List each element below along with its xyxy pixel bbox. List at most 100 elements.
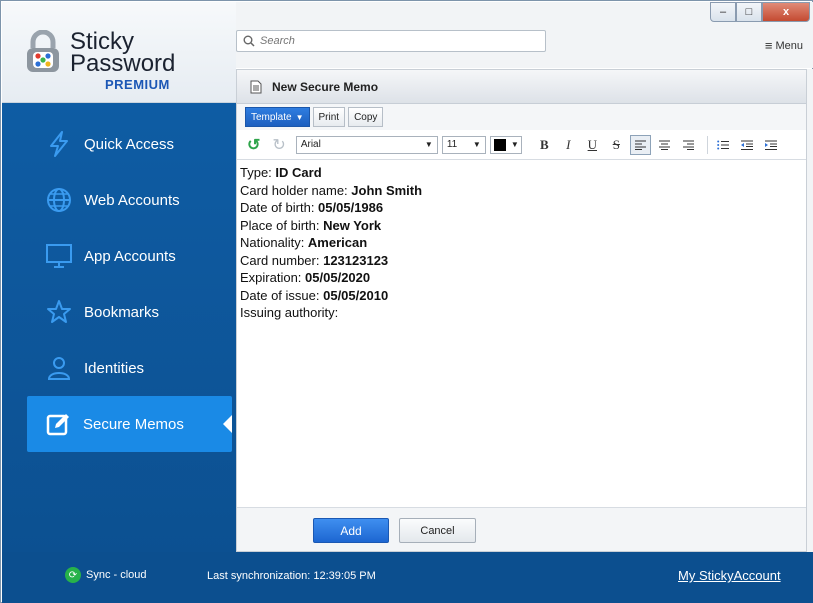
field-value: 05/05/2010 <box>323 287 389 303</box>
maximize-button[interactable]: □ <box>736 2 762 22</box>
field-label: Date of birth: <box>240 200 319 215</box>
memo-action-toolbar: Template ▼ Print Copy <box>237 104 806 130</box>
toolbar-divider <box>706 135 708 154</box>
text-color-select[interactable]: ▼ <box>489 135 522 154</box>
window-controls: – □ x <box>710 2 812 22</box>
field-label: Card number: <box>240 252 324 268</box>
sidebar-item-quick-access[interactable]: Quick Access <box>2 116 236 172</box>
sidebar-item-label: Bookmarks <box>84 303 160 321</box>
align-center-button[interactable] <box>654 135 675 155</box>
align-left-button[interactable] <box>629 134 651 155</box>
sync-status[interactable]: ⟳ Sync - cloud <box>65 567 147 583</box>
field-label: Nationality: <box>240 235 308 250</box>
sync-status-label: Sync - cloud <box>86 569 147 581</box>
search-input[interactable] <box>260 35 520 47</box>
font-size-select[interactable]: 11 ▼ <box>441 135 486 154</box>
indent-icon <box>765 140 778 150</box>
panel-gutter <box>807 69 813 552</box>
globe-icon <box>44 185 74 215</box>
last-sync-text: Last synchronization: 12:39:05 PM <box>207 570 376 582</box>
sync-icon: ⟳ <box>65 567 81 583</box>
field-value: ID Card <box>275 165 322 180</box>
template-dropdown-button[interactable]: Template ▼ <box>245 107 310 127</box>
monitor-icon <box>44 241 74 271</box>
person-icon <box>44 353 74 383</box>
add-button[interactable]: Add <box>313 518 389 543</box>
underline-button[interactable]: U <box>582 135 603 155</box>
memo-line: Expiration: 05/05/2020 <box>240 269 804 287</box>
field-value: John Smith <box>351 182 423 198</box>
sidebar-item-app-accounts[interactable]: App Accounts <box>2 228 236 284</box>
memo-panel: New Secure Memo Template ▼ Print Copy ↺ … <box>236 69 807 552</box>
outdent-button[interactable] <box>737 135 758 155</box>
field-value: New York <box>323 217 382 233</box>
my-account-link[interactable]: My StickyAccount <box>678 568 781 583</box>
sidebar-item-label: Secure Memos <box>83 415 184 433</box>
field-label: Expiration: <box>240 270 306 285</box>
memo-line: Card holder name: John Smith <box>240 182 804 200</box>
memo-line: Nationality: American <box>240 234 804 252</box>
italic-button[interactable]: I <box>558 135 579 155</box>
memo-line: Place of birth: New York <box>240 217 804 235</box>
field-label: Type: <box>240 165 276 180</box>
bullet-list-button[interactable] <box>713 135 734 155</box>
align-left-icon <box>634 140 646 150</box>
memo-line: Date of issue: 05/05/2010 <box>240 287 804 305</box>
strikethrough-button[interactable]: S <box>606 135 627 155</box>
field-value: American <box>307 235 368 250</box>
field-label: Place of birth: <box>240 217 324 233</box>
document-icon <box>250 80 262 93</box>
memo-panel-header: New Secure Memo <box>237 70 806 104</box>
template-label: Template <box>251 111 292 123</box>
sidebar-item-bookmarks[interactable]: Bookmarks <box>2 284 236 340</box>
chevron-down-icon: ▼ <box>472 140 481 149</box>
field-label: Card holder name: <box>240 182 352 198</box>
memo-editor[interactable]: Type: ID Card Card holder name: John Smi… <box>239 162 804 505</box>
hamburger-icon: ≡ <box>764 38 773 53</box>
caret-down-icon: ▼ <box>295 112 304 122</box>
search-icon <box>243 35 255 47</box>
field-value: 123123123 <box>323 252 389 268</box>
minimize-button[interactable]: – <box>710 2 736 22</box>
align-right-button[interactable] <box>678 135 699 155</box>
logo-text-password: Password <box>70 50 176 77</box>
app-window: Sticky Password PREMIUM Quick Access Web… <box>0 0 813 603</box>
logo-edition: PREMIUM <box>105 77 170 92</box>
format-toolbar: ↺ ↻ Arial ▼ 11 ▼ ▼ B I U S <box>237 130 806 160</box>
star-icon <box>44 297 74 327</box>
sidebar-item-label: Web Accounts <box>84 191 180 209</box>
font-family-value: Arial <box>300 139 321 150</box>
outdent-icon <box>741 140 754 150</box>
bold-button[interactable]: B <box>534 135 555 155</box>
sidebar-item-identities[interactable]: Identities <box>2 340 236 396</box>
sidebar-item-label: Quick Access <box>84 135 175 153</box>
chevron-down-icon: ▼ <box>424 140 433 149</box>
copy-button[interactable]: Copy <box>348 107 384 127</box>
field-value: 05/05/2020 <box>305 270 371 285</box>
sticky-password-logo-icon <box>27 30 59 72</box>
menu-button[interactable]: ≡ Menu <box>765 38 803 53</box>
sidebar-item-secure-memos[interactable]: Secure Memos <box>27 396 232 452</box>
chevron-down-icon: ▼ <box>510 140 519 149</box>
align-center-icon <box>658 140 670 150</box>
bullet-list-icon <box>717 140 730 149</box>
logo-area: Sticky Password PREMIUM <box>2 2 236 103</box>
search-box[interactable] <box>236 30 546 52</box>
cancel-button[interactable]: Cancel <box>399 518 476 543</box>
sidebar-item-label: App Accounts <box>84 247 176 265</box>
indent-button[interactable] <box>761 135 782 155</box>
font-family-select[interactable]: Arial ▼ <box>295 135 438 154</box>
memo-line: Issuing authority: <box>240 304 804 322</box>
color-swatch <box>493 138 506 151</box>
memo-line: Type: ID Card <box>240 164 804 182</box>
lightning-icon <box>44 129 74 159</box>
close-button[interactable]: x <box>762 2 810 22</box>
sidebar-item-web-accounts[interactable]: Web Accounts <box>2 172 236 228</box>
align-right-icon <box>682 140 694 150</box>
memo-panel-footer: Add Cancel <box>237 507 806 551</box>
print-button[interactable]: Print <box>312 107 346 127</box>
memo-line: Card number: 123123123 <box>240 252 804 270</box>
field-value: 05/05/1986 <box>318 200 384 215</box>
redo-icon[interactable]: ↻ <box>272 135 285 155</box>
undo-icon[interactable]: ↺ <box>247 135 260 155</box>
